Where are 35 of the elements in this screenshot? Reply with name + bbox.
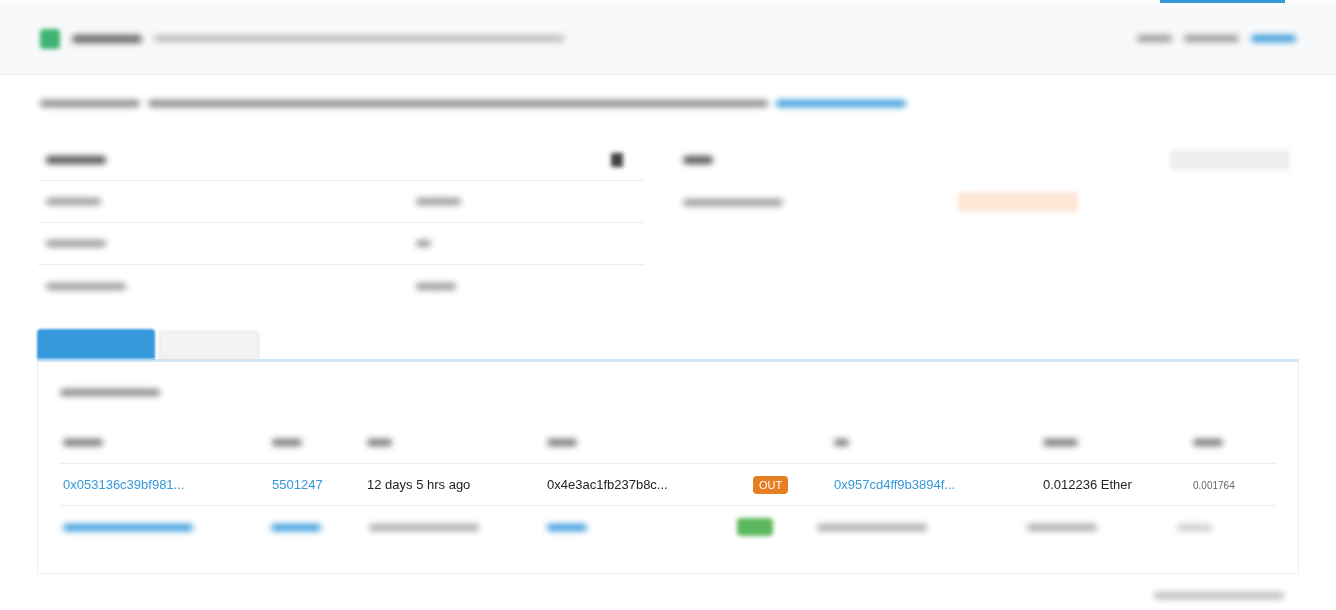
logo-icon <box>40 28 60 49</box>
value-text: 0.012236 Ether <box>1043 476 1132 492</box>
blurred-text <box>416 240 431 247</box>
blurred-text <box>834 439 849 446</box>
blurred-text <box>1193 439 1223 446</box>
blurred-badge <box>737 518 773 536</box>
to-address-link[interactable]: 0x957cd4ff9b3894f... <box>834 476 956 492</box>
blurred-text <box>1251 35 1296 42</box>
blurred-text <box>683 156 713 164</box>
direction-badge: OUT <box>753 475 789 494</box>
tx-hash-link[interactable]: 0x053136c39bf981... <box>63 476 185 492</box>
blurred-text <box>1177 523 1212 531</box>
blurred-tab[interactable] <box>159 331 259 359</box>
blurred-text <box>271 523 321 531</box>
fee-text: 0.001764 <box>1193 479 1235 491</box>
blurred-text <box>1027 523 1097 531</box>
blurred-text <box>547 523 587 531</box>
blurred-text <box>46 240 106 247</box>
blurred-text <box>1043 439 1078 446</box>
blurred-text <box>1137 35 1172 42</box>
blurred-text <box>46 198 101 205</box>
age-text: 12 days 5 hrs ago <box>367 476 471 492</box>
blurred-text <box>416 198 461 205</box>
blurred-text <box>416 282 456 290</box>
blurred-tab[interactable] <box>37 329 155 359</box>
block-link[interactable]: 5501247 <box>272 476 323 492</box>
qr-icon <box>611 152 623 167</box>
blurred-text <box>367 439 392 446</box>
blurred-text <box>1184 35 1239 42</box>
blurred-text <box>72 34 142 43</box>
blurred-text <box>63 439 103 446</box>
from-address: 0x4e3ac1fb237b8c... <box>547 476 668 492</box>
blurred-text <box>272 439 302 446</box>
blurred-text <box>547 439 577 446</box>
blurred-text <box>46 155 106 164</box>
